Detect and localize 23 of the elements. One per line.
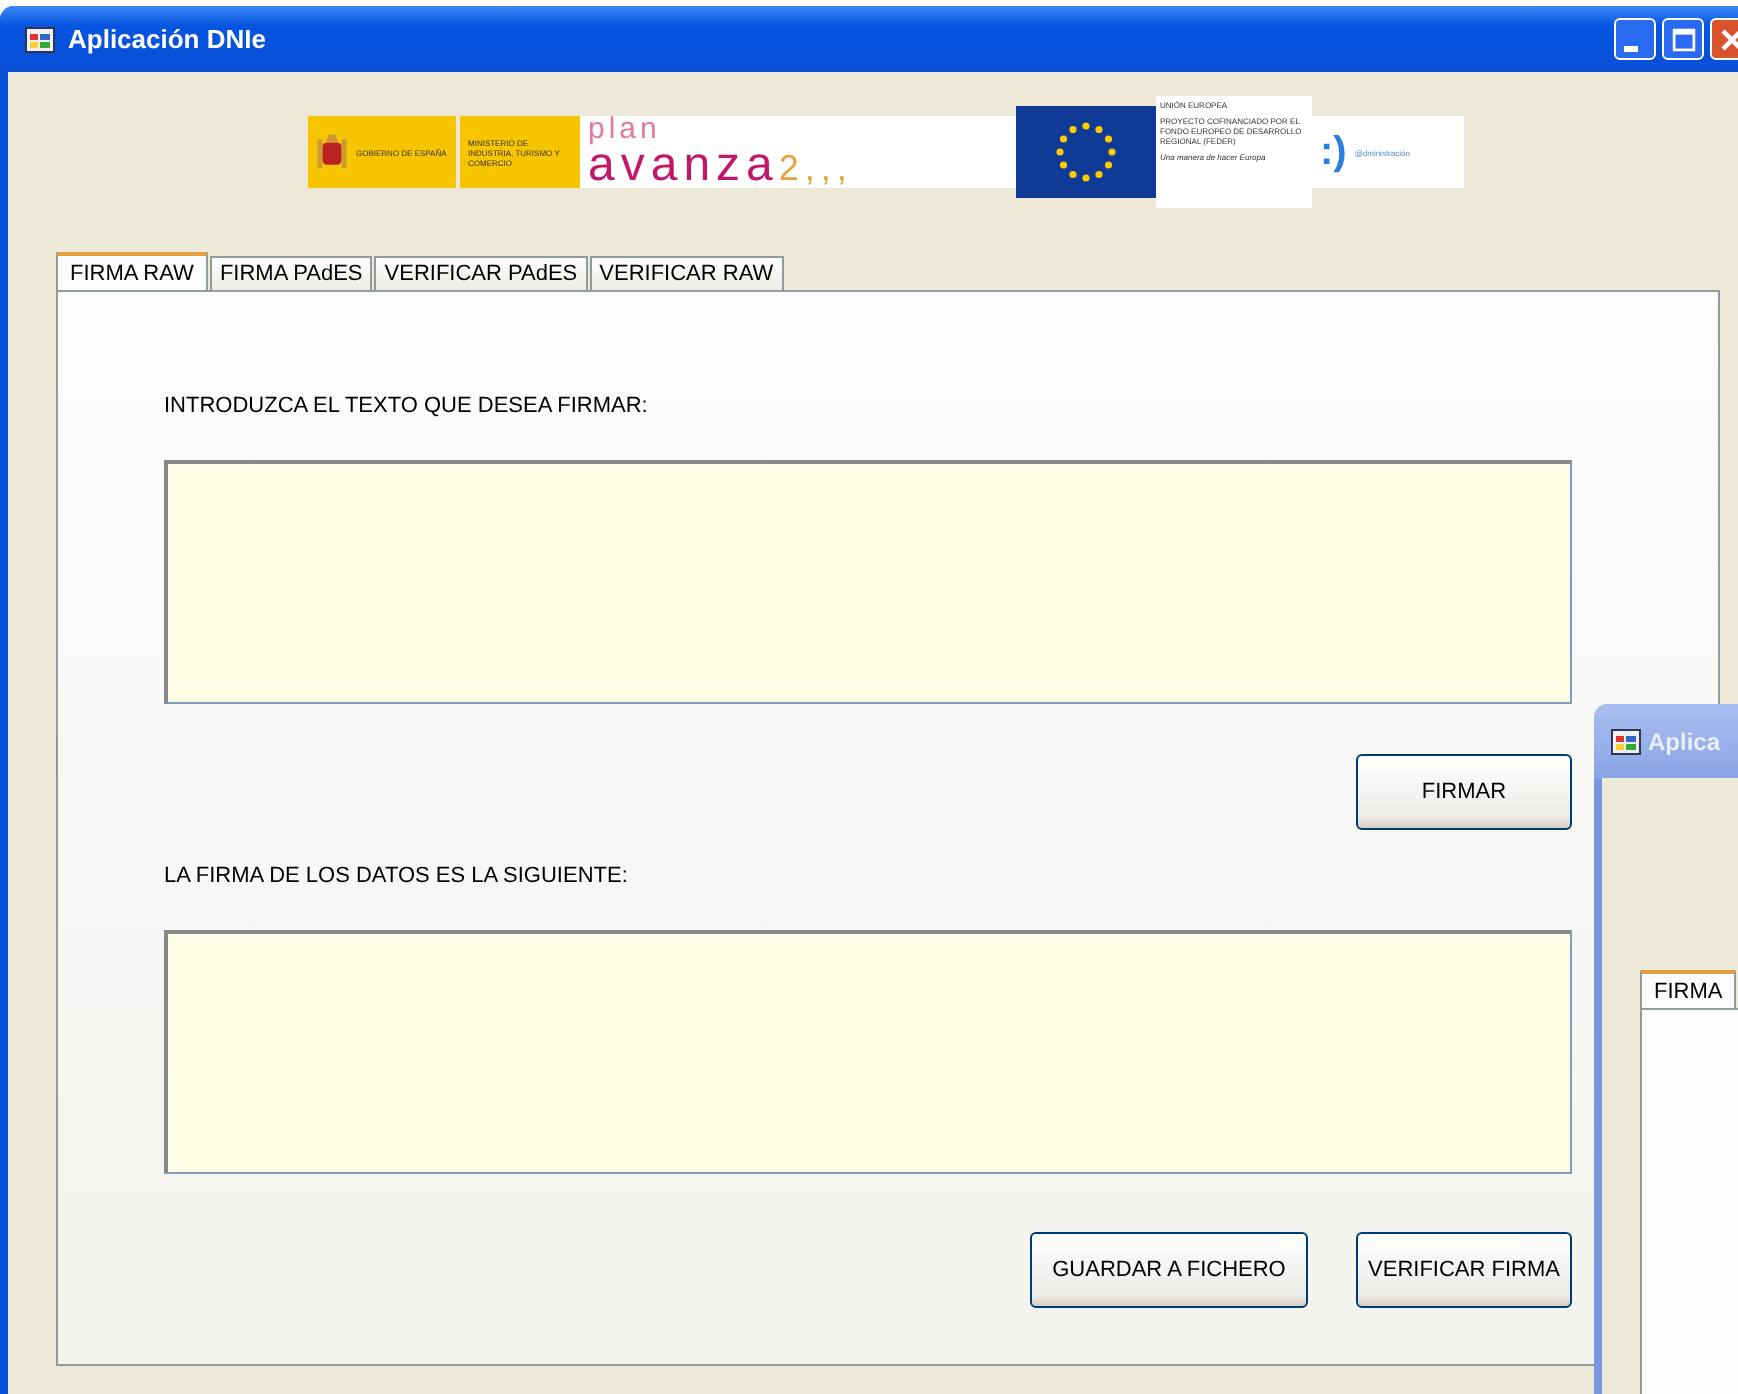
plan-text: plan	[588, 116, 663, 144]
tab[interactable]: FIRMA PAdES	[209, 256, 373, 290]
minimize-button[interactable]	[1614, 18, 1656, 60]
tab[interactable]: FIRMA	[1640, 970, 1737, 1008]
tab[interactable]: FIRMA RAW	[56, 252, 208, 290]
window-title: Aplica	[1648, 727, 1721, 755]
text-label: INTRODUZCA EL TEXTO QUE DESEA FIRMAR:	[164, 394, 650, 418]
action-button[interactable]: GUARDAR A FICHERO	[1030, 1232, 1308, 1308]
signature-output-field[interactable]	[164, 930, 1572, 1174]
window-title: Aplicación DNIe	[68, 24, 266, 54]
smile-text: :)	[1320, 129, 1347, 175]
maximize-button[interactable]	[1662, 18, 1704, 60]
tab[interactable]: VERIFICAR RAW	[589, 256, 784, 290]
crest-icon	[316, 132, 348, 172]
sign-button[interactable]: FIRMAR	[1356, 754, 1572, 830]
app-icon	[24, 23, 56, 55]
action-button[interactable]: VERIFICAR FIRMA	[1356, 1232, 1572, 1308]
minimize-icon	[1624, 45, 1638, 51]
signature-label: LA FIRMA DE LOS DATOS ES LA SIGUIENTE:	[164, 864, 630, 888]
tab[interactable]: VERIFICAR PAdES	[374, 256, 588, 290]
avanza-text: avanza2,,,	[588, 144, 855, 190]
text-input-field[interactable]	[164, 460, 1572, 704]
app-icon	[1610, 725, 1642, 757]
